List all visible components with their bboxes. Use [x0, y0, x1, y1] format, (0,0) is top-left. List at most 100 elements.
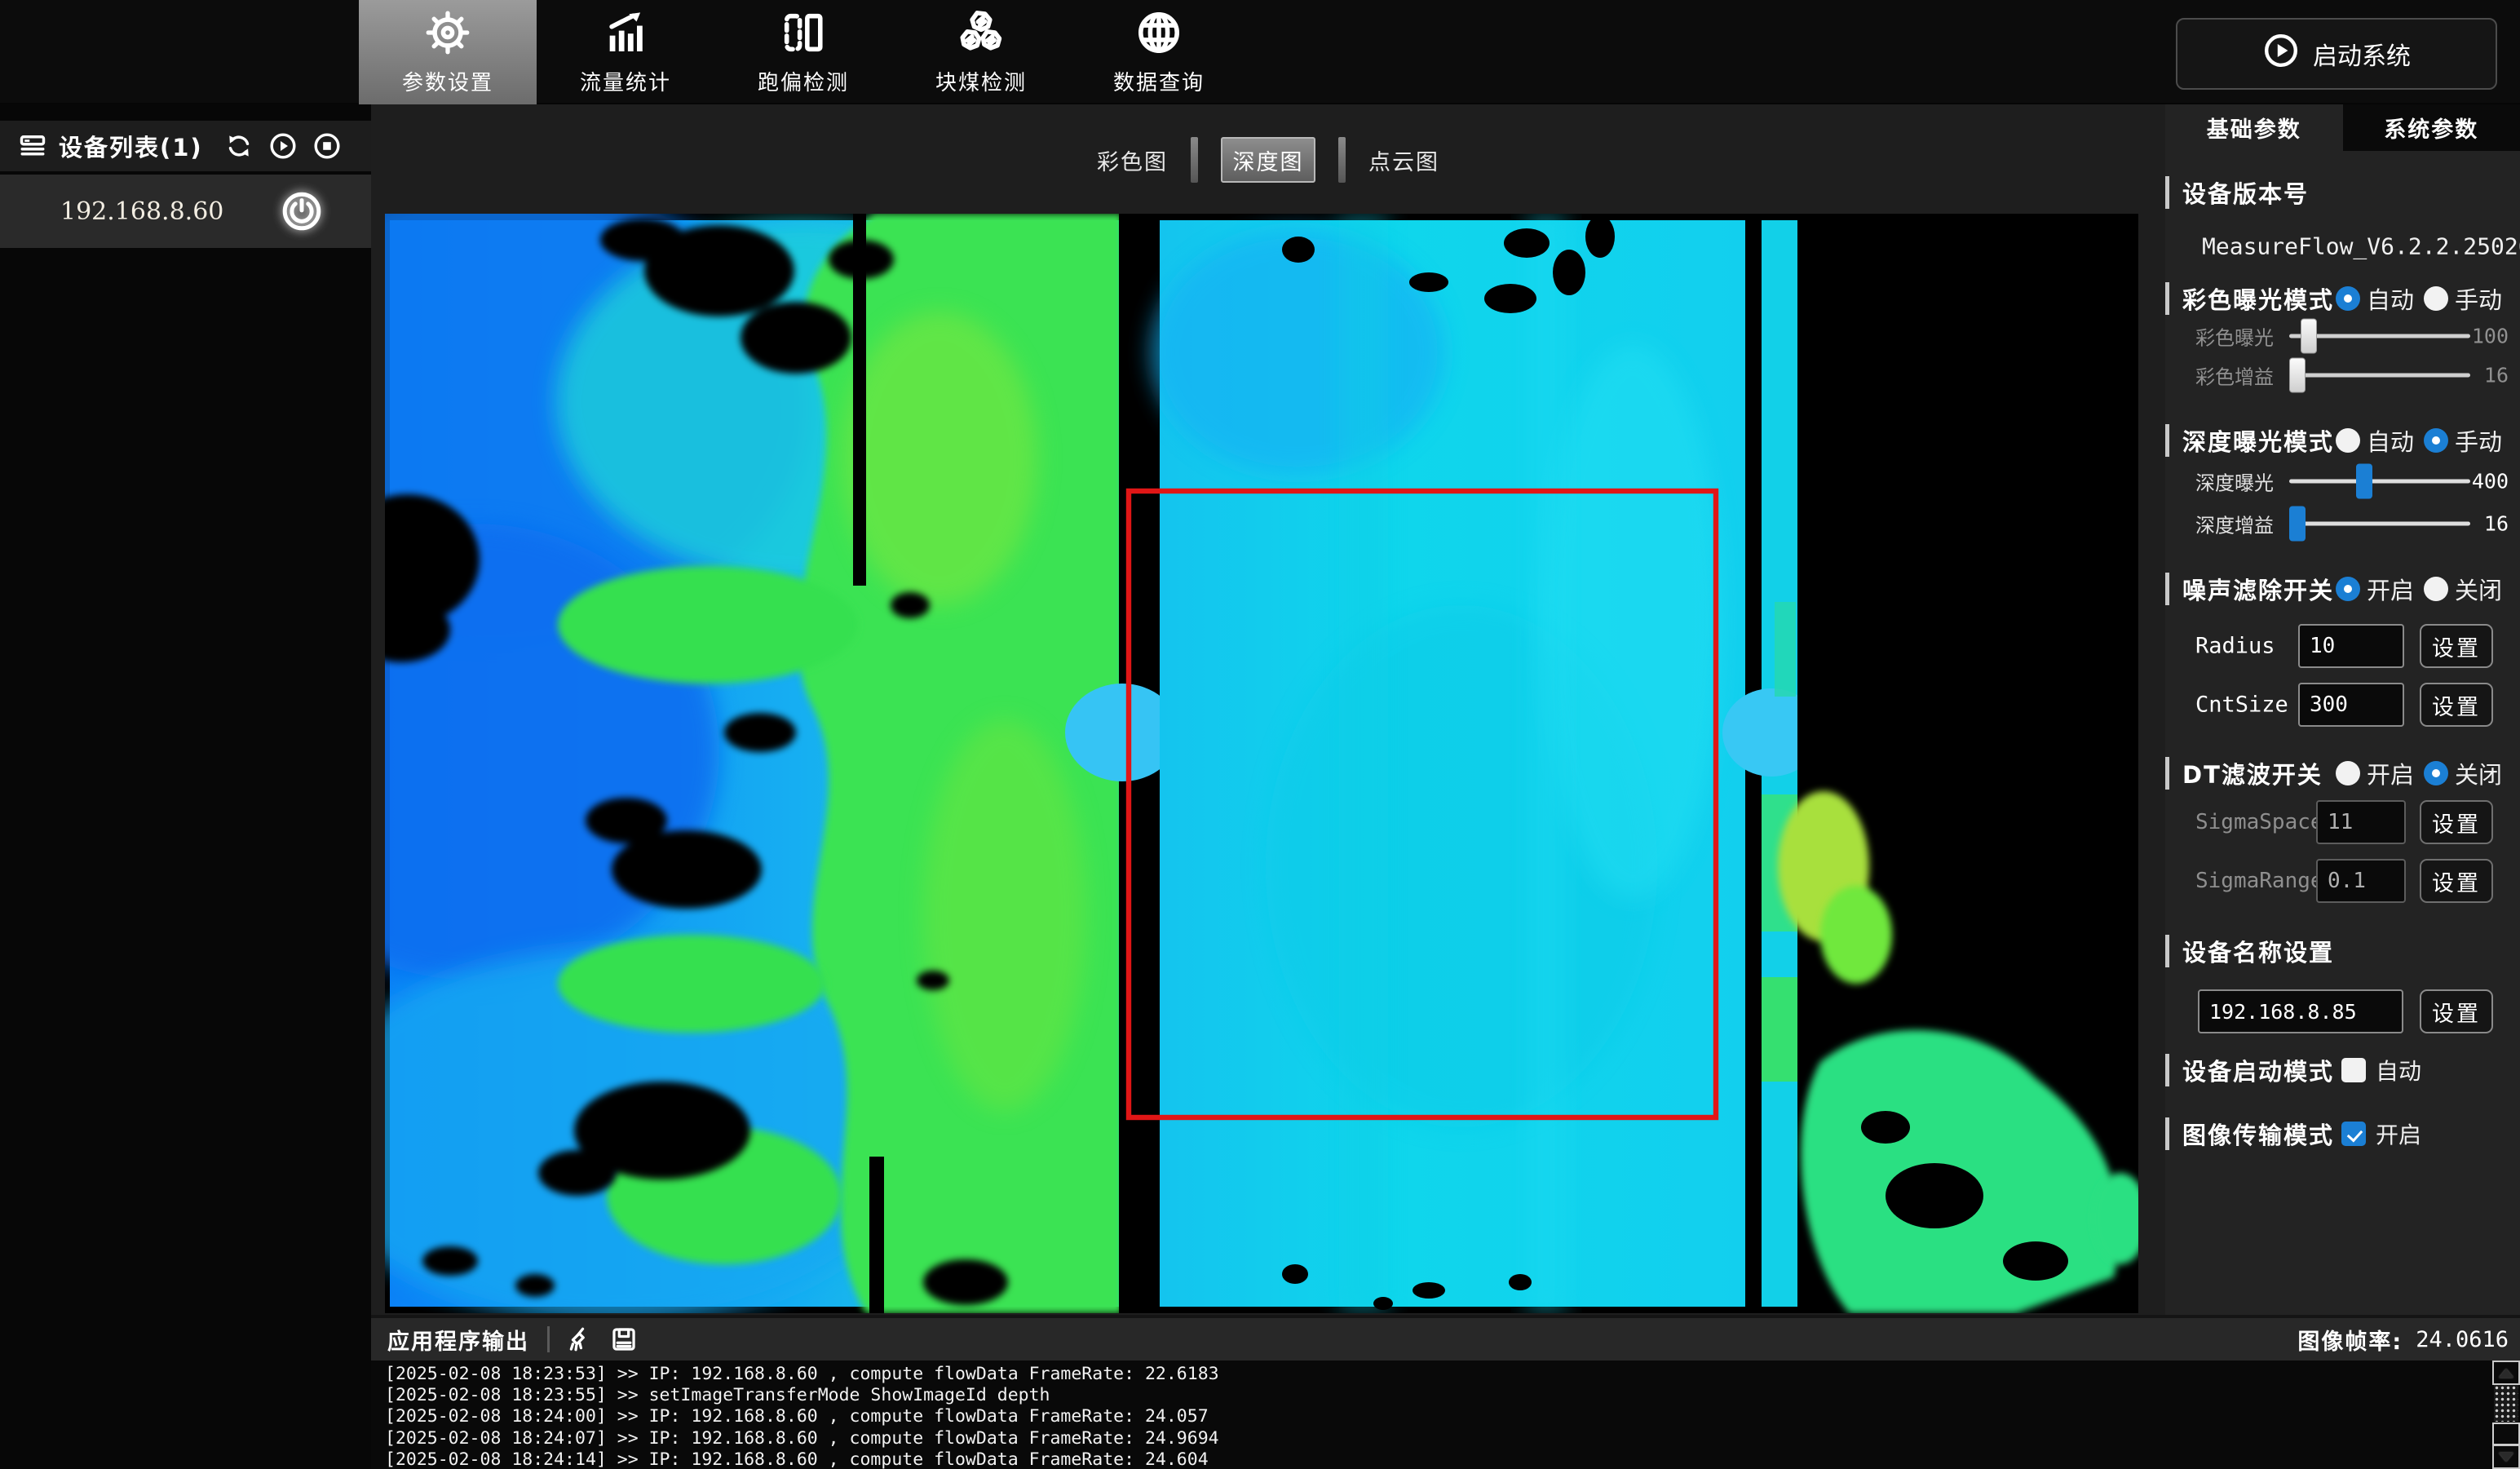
toolbar-item-parameter-settings[interactable]: 参数设置: [359, 0, 537, 104]
color-gain-slider[interactable]: [2289, 374, 2470, 378]
slider-label: 深度曝光: [2195, 467, 2274, 496]
color-exposure-header: 彩色曝光模式 自动 手动: [2165, 281, 2520, 316]
slider-value: 16: [2484, 364, 2509, 387]
slider-label: 深度增益: [2195, 510, 2274, 538]
panel-tabs: 基础参数 系统参数: [2165, 104, 2520, 151]
dt-filter-off-radio[interactable]: [2424, 761, 2448, 785]
device-version-header: 设备版本号: [2165, 175, 2520, 210]
framerate-status: 图像帧率: 24.0616: [2297, 1324, 2509, 1356]
tab-point-cloud[interactable]: 点云图: [1368, 144, 1439, 176]
noise-filter-off-radio[interactable]: [2424, 577, 2448, 601]
tab-color-image[interactable]: 彩色图: [1097, 144, 1168, 176]
cntsize-input[interactable]: 300: [2298, 683, 2404, 727]
log-line: [2025-02-08 18:24:07] >> IP: 192.168.8.6…: [371, 1428, 2520, 1449]
scroll-down-button[interactable]: [2492, 1445, 2520, 1469]
depth-exposure-slider-row: 深度曝光 400: [2165, 463, 2520, 499]
device-row[interactable]: 192.168.8.60: [0, 175, 371, 248]
toolbar-item-label: 参数设置: [402, 66, 493, 96]
slider-label: 彩色增益: [2195, 361, 2274, 390]
radius-field-row: Radius 10 设置: [2165, 623, 2520, 669]
dt-filter-on-radio[interactable]: [2336, 761, 2360, 785]
dt-filter-on-label: 开启: [2367, 756, 2414, 790]
view-tabbar: 彩色图 深度图 点云图: [371, 135, 2165, 184]
toolbar-item-data-query[interactable]: 数据查询: [1070, 0, 1248, 104]
sigmarange-set-button[interactable]: 设置: [2420, 859, 2493, 903]
scrollbar-thumb[interactable]: [2492, 1423, 2520, 1445]
power-icon[interactable]: [281, 190, 323, 232]
color-exposure-slider[interactable]: [2289, 334, 2470, 338]
depth-exposure-slider[interactable]: [2289, 480, 2470, 484]
save-log-button[interactable]: [610, 1325, 638, 1353]
slider-handle[interactable]: [2301, 319, 2317, 354]
scrollbar-track[interactable]: [2494, 1385, 2518, 1422]
framerate-value: 24.0616: [2416, 1327, 2509, 1352]
section-title: 彩色曝光模式: [2182, 281, 2334, 316]
transfer-mode-label: 开启: [2376, 1117, 2421, 1150]
log-line: [2025-02-08 18:24:00] >> IP: 192.168.8.6…: [371, 1406, 2520, 1427]
slider-handle[interactable]: [2356, 464, 2372, 499]
start-mode-checkbox[interactable]: [2341, 1058, 2366, 1082]
dt-filter-header: DT滤波开关 开启 关闭: [2165, 755, 2520, 791]
toolbar-item-lump-coal-detection[interactable]: 块煤检测: [892, 0, 1070, 104]
slider-handle[interactable]: [2289, 507, 2306, 542]
clear-log-button[interactable]: [566, 1325, 594, 1353]
application-output-log[interactable]: [2025-02-08 18:23:53] >> IP: 192.168.8.6…: [371, 1361, 2520, 1469]
color-exposure-auto-radio[interactable]: [2336, 286, 2360, 311]
device-ip: 192.168.8.60: [60, 197, 223, 226]
log-scrollbar[interactable]: [2492, 1361, 2520, 1469]
depth-gain-slider[interactable]: [2289, 522, 2470, 526]
tab-divider: [1338, 137, 1346, 183]
noise-filter-on-label: 开启: [2367, 572, 2414, 606]
main-view: 彩色图 深度图 点云图: [371, 104, 2165, 1315]
device-version-value: MeasureFlow_V6.2.2.250207: [2202, 233, 2520, 260]
toolbar-item-deviation-detection[interactable]: 跑偏检测: [714, 0, 892, 104]
app-window: 参数设置 流量统计 跑偏检测: [0, 0, 2520, 1469]
slider-handle[interactable]: [2289, 358, 2306, 393]
depth-map-image[interactable]: [385, 214, 2138, 1313]
slider-label: 彩色曝光: [2195, 322, 2274, 351]
refresh-devices-button[interactable]: [224, 131, 254, 161]
top-toolbar: 参数设置 流量统计 跑偏检测: [0, 0, 2520, 104]
start-mode-label: 自动: [2376, 1054, 2421, 1086]
depth-exposure-auto-label: 自动: [2367, 423, 2414, 458]
toolbar-item-flow-statistics[interactable]: 流量统计: [537, 0, 714, 104]
device-name-set-button[interactable]: 设置: [2420, 989, 2493, 1033]
deviation-rects-icon: [780, 9, 827, 60]
device-list-title: 设备列表(1): [59, 129, 203, 163]
tab-depth-image[interactable]: 深度图: [1221, 137, 1315, 183]
radius-input[interactable]: 10: [2298, 624, 2404, 668]
start-system-label: 启动系统: [2313, 36, 2411, 72]
play-circle-icon: [2262, 32, 2300, 76]
slider-value: 16: [2484, 512, 2509, 536]
color-exposure-manual-radio[interactable]: [2424, 286, 2448, 311]
tab-system-params[interactable]: 系统参数: [2343, 104, 2520, 151]
transfer-mode-checkbox[interactable]: [2341, 1122, 2366, 1146]
sigmaspace-set-button[interactable]: 设置: [2420, 800, 2493, 844]
stop-all-button[interactable]: [312, 131, 342, 161]
cntsize-set-button[interactable]: 设置: [2420, 683, 2493, 727]
color-gain-slider-row: 彩色增益 16: [2165, 357, 2520, 393]
depth-exposure-manual-radio[interactable]: [2424, 428, 2448, 453]
parameters-panel: 基础参数 系统参数 设备版本号 MeasureFlow_V6.2.2.25020…: [2165, 104, 2520, 1315]
scroll-up-button[interactable]: [2492, 1361, 2520, 1385]
status-band: 应用程序输出 图像帧率: 24.0616: [371, 1318, 2520, 1361]
play-all-button[interactable]: [268, 131, 298, 161]
framerate-label: 图像帧率:: [2297, 1324, 2403, 1356]
depth-exposure-manual-label: 手动: [2455, 423, 2502, 458]
section-title: 深度曝光模式: [2182, 423, 2334, 458]
sigmarange-input[interactable]: 0.1: [2316, 859, 2406, 903]
sigmaspace-input[interactable]: 11: [2316, 800, 2406, 844]
device-name-input[interactable]: 192.168.8.85: [2198, 989, 2403, 1033]
tab-divider: [1191, 137, 1198, 183]
radius-set-button[interactable]: 设置: [2420, 624, 2493, 668]
depth-exposure-auto-radio[interactable]: [2336, 428, 2360, 453]
sigmaspace-field-row: SigmaSpace 11 设置: [2165, 799, 2520, 845]
section-bar: [2165, 282, 2169, 315]
log-line: [2025-02-08 18:24:14] >> IP: 192.168.8.6…: [371, 1449, 2520, 1469]
section-bar: [2165, 935, 2169, 967]
device-list-icon: [18, 131, 47, 161]
section-title: 图像传输模式: [2182, 1117, 2334, 1151]
start-system-button[interactable]: 启动系统: [2176, 18, 2497, 90]
tab-basic-params[interactable]: 基础参数: [2165, 104, 2343, 151]
noise-filter-on-radio[interactable]: [2336, 577, 2360, 601]
